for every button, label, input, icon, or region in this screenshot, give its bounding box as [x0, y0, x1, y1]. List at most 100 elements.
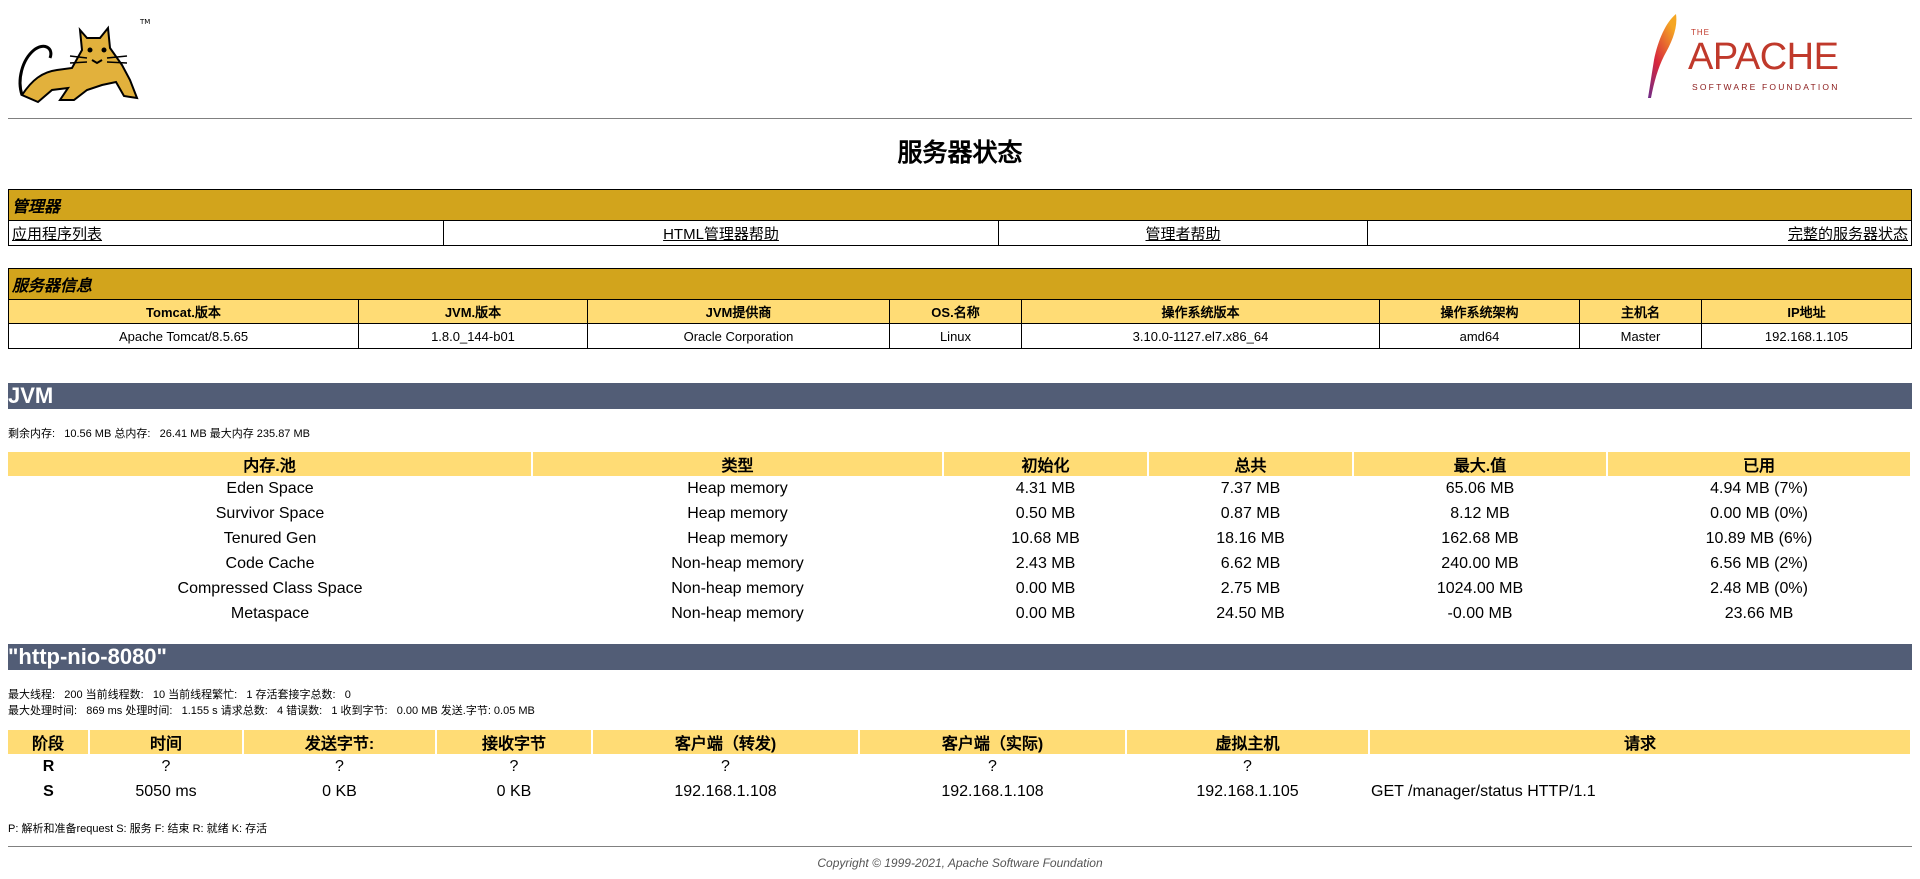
memory-pool-cell: 8.12 MB	[1450, 504, 1510, 522]
manager-link-cell-1: 应用程序列表	[8, 220, 444, 246]
server-info-header: 主机名	[1579, 299, 1702, 324]
memory-pool-header: 初始化	[943, 452, 1149, 476]
memory-pool-header: 总共	[1148, 452, 1354, 476]
manager-link-cell-2: HTML管理器帮助	[443, 220, 999, 246]
manager-section-title: 管理器	[8, 189, 1912, 221]
apache-logo[interactable]: THE APACHE SOFTWARE FOUNDATION	[1644, 12, 1874, 102]
link-complete-server-status[interactable]: 完整的服务器状态	[1788, 226, 1908, 243]
memory-pool-cell: Eden Space	[226, 479, 314, 497]
memory-pool-header: 最大.值	[1353, 452, 1608, 476]
jvm-memory-summary: 剩余内存: 10.56 MB 总内存: 26.41 MB 最大内存 235.87…	[8, 428, 310, 440]
request-row: R ? ? ? ? ? ?	[8, 754, 1911, 779]
memory-pool-cell: 6.56 MB (2%)	[1710, 554, 1808, 572]
server-info-value: Linux	[889, 323, 1022, 349]
memory-pool-cell: Heap memory	[687, 479, 788, 497]
memory-pool-cell: 162.68 MB	[1441, 529, 1519, 547]
memory-pool-header: 内存.池	[8, 452, 533, 476]
memory-pool-header: 类型	[532, 452, 944, 476]
memory-pool-cell: Non-heap memory	[671, 579, 804, 597]
request-table: 阶段 时间 发送字节: 接收字节 客户端（转发) 客户端（实际) 虚拟主机 请求…	[8, 730, 1912, 804]
request-cell: 192.168.1.105	[1196, 782, 1299, 800]
memory-pool-row: Compressed Class Space Non-heap memory 0…	[8, 576, 1911, 601]
memory-pool-cell: 10.89 MB (6%)	[1705, 529, 1813, 547]
manager-link-cell-4: 完整的服务器状态	[1367, 220, 1912, 246]
request-cell: ?	[335, 757, 344, 775]
memory-pool-cell: Compressed Class Space	[177, 579, 363, 597]
request-header: 发送字节:	[243, 730, 437, 754]
memory-pool-cell: 0.00 MB (0%)	[1710, 504, 1808, 522]
memory-pool-row: Survivor Space Heap memory 0.50 MB 0.87 …	[8, 501, 1911, 526]
memory-pool-header: 已用	[1607, 452, 1912, 476]
feather-icon	[1648, 14, 1677, 98]
request-cell-stage: R	[42, 757, 55, 775]
memory-pool-row: Code Cache Non-heap memory 2.43 MB 6.62 …	[8, 551, 1911, 576]
jvm-section-band: JVM	[8, 383, 1912, 409]
memory-pool-cell: Code Cache	[225, 554, 315, 572]
request-header: 虚拟主机	[1126, 730, 1370, 754]
trademark-mark: TM	[139, 18, 150, 26]
memory-pool-cell: Heap memory	[687, 504, 788, 522]
memory-pool-row: Tenured Gen Heap memory 10.68 MB 18.16 M…	[8, 526, 1911, 551]
request-row: S 5050 ms 0 KB 0 KB 192.168.1.108 192.16…	[8, 779, 1911, 804]
memory-pool-cell: 1024.00 MB	[1436, 579, 1524, 597]
request-cell: GET /manager/status HTTP/1.1	[1371, 782, 1596, 800]
server-info-value: 192.168.1.105	[1701, 323, 1912, 349]
connector-section-band: "http-nio-8080"	[8, 644, 1912, 670]
request-header: 时间	[89, 730, 244, 754]
request-cell: ?	[1243, 757, 1252, 775]
tomcat-logo[interactable]: TM	[12, 10, 152, 110]
request-cell: 0 KB	[322, 782, 357, 800]
server-info-header: JVM.版本	[358, 299, 588, 324]
server-info-value: amd64	[1379, 323, 1580, 349]
request-cell	[1369, 754, 1911, 779]
server-info-section-title: 服务器信息	[8, 268, 1912, 300]
memory-pool-cell: 4.94 MB (7%)	[1710, 479, 1808, 497]
page-title: 服务器状态	[897, 139, 1023, 167]
link-manager-help[interactable]: 管理者帮助	[1145, 226, 1220, 243]
server-info-value: 3.10.0-1127.el7.x86_64	[1021, 323, 1380, 349]
memory-pool-cell: Heap memory	[687, 529, 788, 547]
request-cell: ?	[161, 757, 171, 775]
memory-pool-cell: 18.16 MB	[1216, 529, 1285, 547]
manager-table: 管理器 应用程序列表 HTML管理器帮助 管理者帮助 完整的服务器状态	[8, 189, 1912, 246]
memory-pool-cell: Tenured Gen	[223, 529, 317, 547]
server-info-header: 操作系统版本	[1021, 299, 1380, 324]
request-header: 请求	[1369, 730, 1912, 754]
memory-pool-row: Metaspace Non-heap memory 0.00 MB 24.50 …	[8, 601, 1911, 626]
request-cell: 5050 ms	[135, 782, 197, 800]
server-info-header: OS.名称	[889, 299, 1022, 324]
server-info-header: IP地址	[1701, 299, 1912, 324]
memory-pool-cell: 0.00 MB	[1015, 604, 1076, 622]
server-info-header: Tomcat.版本	[8, 299, 359, 324]
stage-legend: P: 解析和准备request S: 服务 F: 结束 R: 就绪 K: 存活	[8, 823, 268, 835]
memory-pool-cell: 2.43 MB	[1015, 554, 1076, 572]
memory-pool-table: 内存.池 类型 初始化 总共 最大.值 已用 Eden Space Heap m…	[8, 452, 1912, 626]
memory-pool-cell: 6.62 MB	[1220, 554, 1281, 572]
request-cell: 192.168.1.108	[674, 782, 777, 800]
request-cell: ?	[509, 757, 519, 775]
memory-pool-cell: 0.50 MB	[1015, 504, 1076, 522]
link-html-manager-help[interactable]: HTML管理器帮助	[663, 226, 779, 243]
page-header: TM THE APACHE SOFTWARE FOUNDATION	[8, 0, 1912, 119]
page: TM THE APACHE SOFTWARE FOUNDATION 服务器状态 …	[8, 0, 1912, 870]
memory-pool-cell: 0.00 MB	[1015, 579, 1076, 597]
server-info-value: Oracle Corporation	[587, 323, 890, 349]
memory-pool-cell: 24.50 MB	[1216, 604, 1285, 622]
request-cell: ?	[721, 757, 730, 775]
memory-pool-cell: 4.31 MB	[1015, 479, 1076, 497]
memory-pool-cell: 65.06 MB	[1445, 479, 1515, 497]
apache-logo-word: APACHE	[1688, 36, 1839, 78]
server-info-value: Apache Tomcat/8.5.65	[8, 323, 359, 349]
memory-pool-cell: Non-heap memory	[671, 604, 804, 622]
link-app-list[interactable]: 应用程序列表	[12, 226, 102, 243]
request-header: 接收字节	[436, 730, 593, 754]
memory-pool-cell: 10.68 MB	[1011, 529, 1080, 547]
server-info-header: 操作系统架构	[1379, 299, 1580, 324]
memory-pool-cell: 23.66 MB	[1724, 604, 1794, 622]
memory-pool-cell: 2.48 MB (0%)	[1710, 579, 1808, 597]
memory-pool-row: Eden Space Heap memory 4.31 MB 7.37 MB 6…	[8, 476, 1911, 501]
copyright: Copyright © 1999-2021, Apache Software F…	[817, 856, 1103, 870]
request-cell: 192.168.1.108	[941, 782, 1044, 800]
request-cell: ?	[988, 757, 997, 775]
server-info-value: Master	[1579, 323, 1702, 349]
